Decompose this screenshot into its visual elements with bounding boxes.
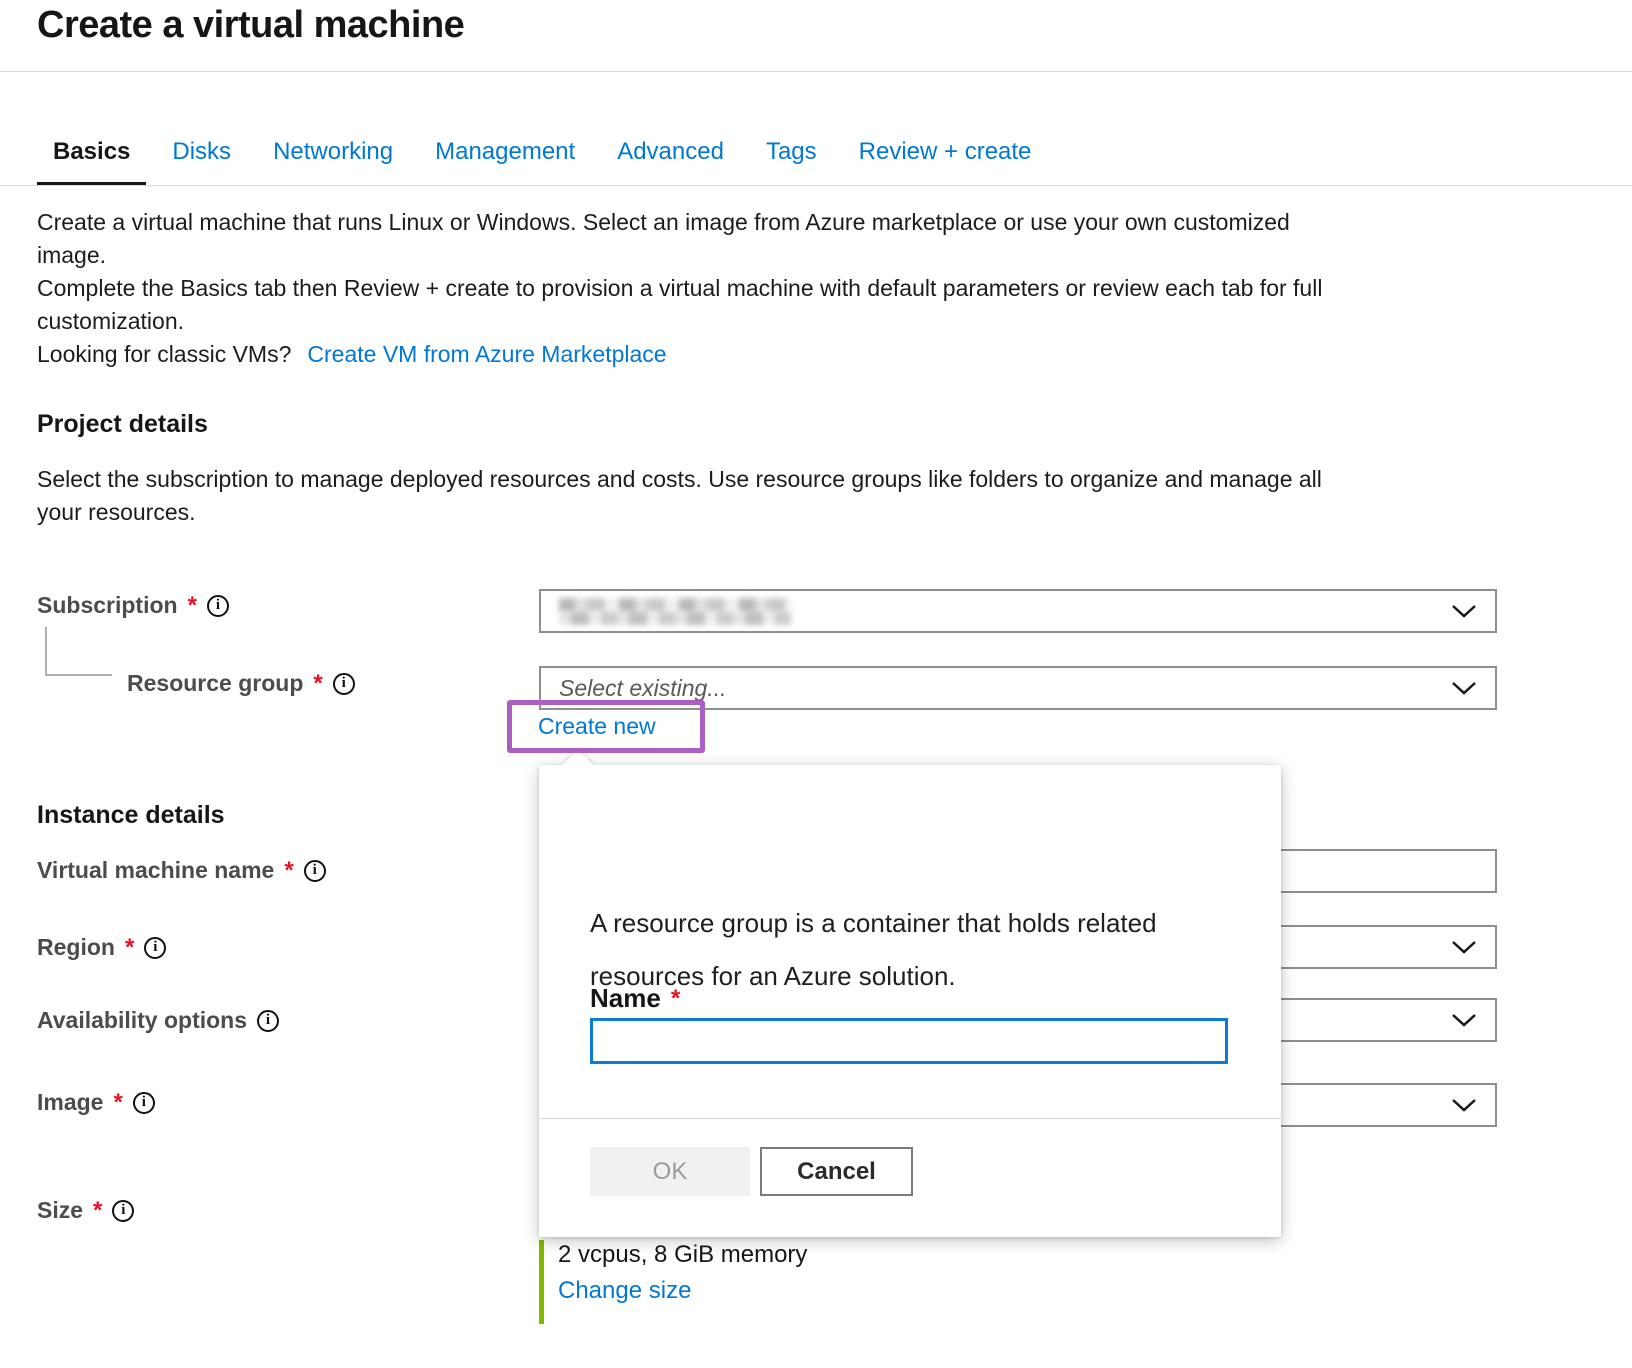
tab-disks[interactable]: Disks bbox=[156, 138, 247, 186]
info-icon[interactable]: i bbox=[304, 860, 326, 882]
subscription-value-redacted bbox=[559, 598, 791, 625]
required-asterisk: * bbox=[113, 1091, 122, 1115]
page-title: Create a virtual machine bbox=[37, 4, 464, 47]
create-new-link[interactable]: Create new bbox=[538, 713, 656, 740]
chevron-down-icon bbox=[1451, 1012, 1477, 1028]
size-label-row: Size * i bbox=[37, 1197, 134, 1224]
subscription-dropdown[interactable] bbox=[539, 589, 1497, 633]
availability-label-row: Availability options i bbox=[37, 1007, 279, 1034]
info-icon[interactable]: i bbox=[133, 1092, 155, 1114]
create-resource-group-popup: A resource group is a container that hol… bbox=[539, 765, 1281, 1237]
resource-group-placeholder: Select existing... bbox=[559, 675, 726, 702]
classic-vms-row: Looking for classic VMs? Create VM from … bbox=[37, 338, 667, 371]
chevron-down-icon bbox=[1451, 603, 1477, 619]
popup-name-label: Name bbox=[590, 983, 661, 1014]
popup-description: A resource group is a container that hol… bbox=[590, 897, 1210, 1003]
required-asterisk: * bbox=[284, 859, 293, 883]
popup-name-label-row: Name * bbox=[590, 983, 680, 1014]
popup-divider bbox=[539, 1118, 1281, 1119]
tab-bar: Basics Disks Networking Management Advan… bbox=[37, 138, 1047, 186]
resource-group-label: Resource group bbox=[127, 670, 303, 697]
chevron-down-icon bbox=[1451, 680, 1477, 696]
size-specs: 2 vcpus, 8 GiB memory bbox=[558, 1241, 807, 1269]
cancel-button[interactable]: Cancel bbox=[760, 1147, 913, 1196]
required-asterisk: * bbox=[671, 987, 680, 1011]
change-size-link[interactable]: Change size bbox=[558, 1277, 807, 1305]
info-icon[interactable]: i bbox=[112, 1200, 134, 1222]
chevron-down-icon bbox=[1451, 939, 1477, 955]
required-asterisk: * bbox=[93, 1199, 102, 1223]
project-details-heading: Project details bbox=[37, 410, 208, 439]
tab-networking[interactable]: Networking bbox=[257, 138, 409, 186]
subscription-label: Subscription bbox=[37, 592, 178, 619]
tree-connector-vertical bbox=[45, 627, 47, 676]
required-asterisk: * bbox=[125, 936, 134, 960]
availability-label: Availability options bbox=[37, 1007, 247, 1034]
tab-tags[interactable]: Tags bbox=[750, 138, 833, 186]
region-label: Region bbox=[37, 934, 115, 961]
info-icon[interactable]: i bbox=[144, 937, 166, 959]
vm-name-label: Virtual machine name bbox=[37, 857, 274, 884]
popup-name-input[interactable] bbox=[590, 1018, 1228, 1064]
size-summary: 2 vcpus, 8 GiB memory Change size bbox=[539, 1240, 807, 1324]
instance-details-heading: Instance details bbox=[37, 801, 225, 830]
subscription-label-row: Subscription * i bbox=[37, 592, 229, 619]
size-label: Size bbox=[37, 1197, 83, 1224]
intro-text: Create a virtual machine that runs Linux… bbox=[37, 206, 1427, 338]
ok-button[interactable]: OK bbox=[590, 1147, 750, 1196]
region-label-row: Region * i bbox=[37, 934, 166, 961]
vm-name-label-row: Virtual machine name * i bbox=[37, 857, 326, 884]
create-new-highlight-box: Create new bbox=[507, 700, 705, 753]
required-asterisk: * bbox=[188, 594, 197, 618]
tab-bar-divider bbox=[0, 185, 1632, 186]
marketplace-link[interactable]: Create VM from Azure Marketplace bbox=[307, 338, 666, 371]
resource-group-label-row: Resource group * i bbox=[127, 670, 355, 697]
tab-basics[interactable]: Basics bbox=[37, 138, 146, 186]
create-vm-page: Create a virtual machine Basics Disks Ne… bbox=[0, 0, 1632, 1368]
project-details-description: Select the subscription to manage deploy… bbox=[37, 463, 1437, 529]
required-asterisk: * bbox=[313, 672, 322, 696]
image-label-row: Image * i bbox=[37, 1089, 155, 1116]
chevron-down-icon bbox=[1451, 1097, 1477, 1113]
info-icon[interactable]: i bbox=[207, 595, 229, 617]
info-icon[interactable]: i bbox=[333, 673, 355, 695]
info-icon[interactable]: i bbox=[257, 1010, 279, 1032]
tab-advanced[interactable]: Advanced bbox=[601, 138, 740, 186]
tab-review-create[interactable]: Review + create bbox=[843, 138, 1048, 186]
header-divider bbox=[0, 71, 1632, 72]
classic-vms-text: Looking for classic VMs? bbox=[37, 338, 291, 371]
tab-management[interactable]: Management bbox=[419, 138, 591, 186]
tree-connector-horizontal bbox=[45, 674, 112, 676]
image-label: Image bbox=[37, 1089, 103, 1116]
